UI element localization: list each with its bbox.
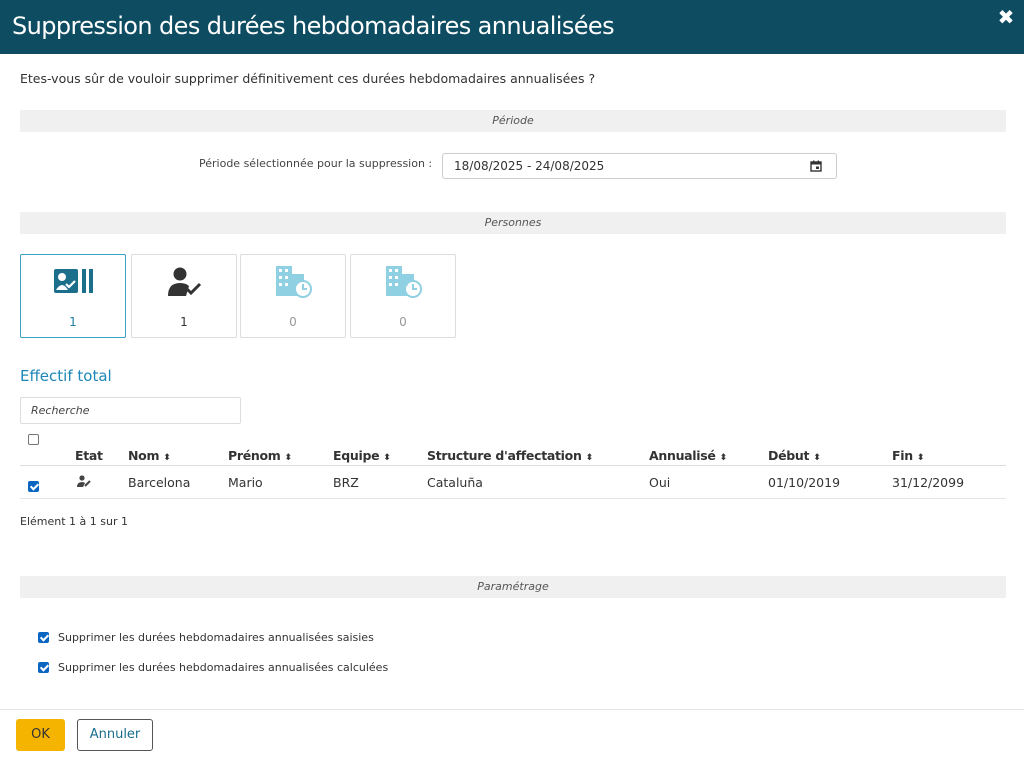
column-header-etat: Etat bbox=[75, 448, 103, 463]
tile-building-history[interactable]: 0 bbox=[350, 254, 456, 338]
person-check-icon bbox=[165, 267, 205, 297]
cell-annualise: Oui bbox=[649, 475, 671, 490]
cell-nom: Barcelona bbox=[128, 475, 191, 490]
column-header-prenom[interactable]: Prénom ⬍ bbox=[228, 448, 292, 463]
sort-icon[interactable]: ⬍ bbox=[813, 453, 821, 463]
column-header-fin[interactable]: Fin ⬍ bbox=[892, 448, 924, 463]
sort-icon[interactable]: ⬍ bbox=[917, 453, 925, 463]
section-parametrage: Paramétrage bbox=[20, 576, 1006, 598]
cell-equipe: BRZ bbox=[333, 475, 359, 490]
effectif-title: Effectif total bbox=[20, 367, 112, 385]
table-header-divider bbox=[20, 465, 1006, 466]
section-period: Période bbox=[20, 110, 1006, 132]
search-input[interactable]: Recherche bbox=[20, 397, 241, 424]
tile-count: 0 bbox=[289, 315, 297, 329]
sort-icon[interactable]: ⬍ bbox=[285, 453, 293, 463]
option-label: Supprimer les durées hebdomadaires annua… bbox=[58, 660, 389, 674]
option-delete-calculated[interactable]: Supprimer les durées hebdomadaires annua… bbox=[38, 660, 388, 674]
dialog-title: Suppression des durées hebdomadaires ann… bbox=[12, 12, 615, 40]
option-checkbox[interactable] bbox=[38, 631, 49, 643]
calendar-button[interactable] bbox=[796, 153, 837, 179]
column-header-debut[interactable]: Début ⬍ bbox=[768, 448, 821, 463]
option-checkbox[interactable] bbox=[38, 661, 49, 673]
ok-button[interactable]: OK bbox=[16, 719, 65, 751]
column-header-nom[interactable]: Nom ⬍ bbox=[128, 448, 171, 463]
calendar-icon bbox=[810, 160, 822, 172]
column-header-equipe[interactable]: Equipe ⬍ bbox=[333, 448, 391, 463]
select-all-checkbox[interactable] bbox=[28, 434, 39, 445]
row-checkbox[interactable] bbox=[28, 481, 39, 492]
sort-icon[interactable]: ⬍ bbox=[163, 453, 171, 463]
period-input[interactable]: 18/08/2025 - 24/08/2025 bbox=[442, 153, 797, 179]
person-edit-icon bbox=[77, 475, 91, 487]
cancel-button[interactable]: Annuler bbox=[77, 719, 153, 751]
dialog-header: Suppression des durées hebdomadaires ann… bbox=[0, 0, 1024, 54]
tile-building-clock[interactable]: 0 bbox=[240, 254, 346, 338]
sort-icon[interactable]: ⬍ bbox=[720, 453, 728, 463]
cell-structure: Cataluña bbox=[427, 475, 483, 490]
cell-fin: 31/12/2099 bbox=[892, 475, 965, 490]
close-icon[interactable]: ✖ bbox=[996, 6, 1016, 28]
sort-icon[interactable]: ⬍ bbox=[586, 453, 594, 463]
tile-validated-persons[interactable]: 1 bbox=[131, 254, 237, 338]
building-history-icon bbox=[384, 266, 424, 298]
option-delete-entered[interactable]: Supprimer les durées hebdomadaires annua… bbox=[38, 630, 374, 644]
cell-prenom: Mario bbox=[228, 475, 263, 490]
sort-icon[interactable]: ⬍ bbox=[383, 453, 391, 463]
column-header-annualise[interactable]: Annualisé ⬍ bbox=[649, 448, 727, 463]
tile-selected-persons[interactable]: 1 bbox=[20, 254, 126, 338]
period-label: Période sélectionnée pour la suppression… bbox=[199, 157, 433, 170]
section-persons: Personnes bbox=[20, 212, 1006, 234]
pagination-info: Elément 1 à 1 sur 1 bbox=[20, 515, 128, 528]
confirmation-question: Etes-vous sûr de vouloir supprimer défin… bbox=[20, 71, 596, 86]
tile-count: 0 bbox=[399, 315, 407, 329]
option-label: Supprimer les durées hebdomadaires annua… bbox=[58, 630, 374, 644]
table-row-divider bbox=[20, 498, 1006, 499]
tile-count: 1 bbox=[69, 315, 77, 329]
tile-count: 1 bbox=[180, 315, 188, 329]
building-clock-icon bbox=[274, 266, 314, 298]
id-card-selected-icon bbox=[54, 267, 94, 297]
footer-divider bbox=[0, 709, 1024, 710]
column-header-structure[interactable]: Structure d'affectation ⬍ bbox=[427, 448, 593, 463]
cell-debut: 01/10/2019 bbox=[768, 475, 841, 490]
